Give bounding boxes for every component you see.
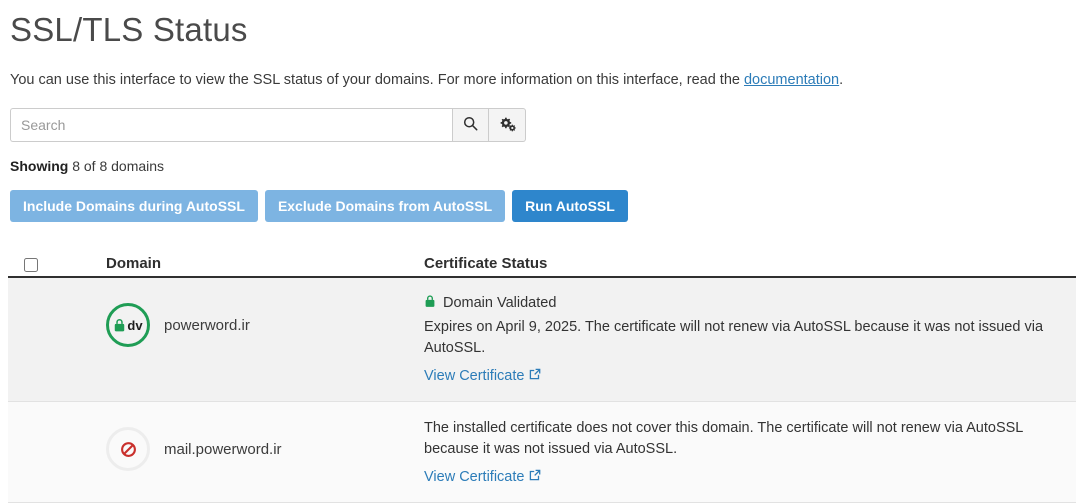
showing-value: 8 of 8 domains bbox=[68, 158, 165, 174]
column-header-certificate-status: Certificate Status bbox=[424, 255, 548, 272]
status-title-text: Domain Validated bbox=[443, 295, 557, 311]
column-header-domain: Domain bbox=[106, 255, 162, 272]
view-certificate-link[interactable]: View Certificate bbox=[424, 368, 541, 384]
no-certificate-ban-icon bbox=[106, 427, 150, 471]
page-title: SSL/TLS Status bbox=[10, 11, 248, 48]
domain-cell: mail.powerword.ir bbox=[106, 418, 424, 480]
documentation-link[interactable]: documentation bbox=[744, 72, 839, 88]
external-link-icon bbox=[529, 368, 541, 384]
ssl-tls-status-page: SSL/TLS Status You can use this interfac… bbox=[0, 0, 1084, 503]
certificate-status-cell: The installed certificate does not cover… bbox=[424, 418, 1076, 486]
status-title: Domain Validated bbox=[424, 294, 1060, 312]
domains-table: Domain Certificate Status dv powerword.i… bbox=[8, 240, 1076, 503]
external-link-icon bbox=[529, 469, 541, 485]
search-icon bbox=[463, 116, 478, 134]
search-settings-button[interactable] bbox=[489, 108, 526, 142]
view-certificate-label: View Certificate bbox=[424, 368, 525, 384]
status-description: Expires on April 9, 2025. The certificat… bbox=[424, 319, 1044, 356]
search-input[interactable] bbox=[10, 108, 452, 142]
select-all-cell bbox=[8, 258, 106, 272]
action-buttons: Include Domains during AutoSSL Exclude D… bbox=[10, 190, 1076, 222]
showing-count: Showing 8 of 8 domains bbox=[10, 158, 1076, 174]
description-text-after: . bbox=[839, 72, 844, 88]
include-domains-button[interactable]: Include Domains during AutoSSL bbox=[10, 190, 258, 222]
description-text-before: You can use this interface to view the S… bbox=[10, 72, 744, 88]
domain-name: mail.powerword.ir bbox=[164, 440, 282, 458]
table-row[interactable]: dv powerword.ir Domain Validated Expires… bbox=[8, 278, 1076, 402]
table-header-row: Domain Certificate Status bbox=[8, 240, 1076, 278]
search-button[interactable] bbox=[452, 108, 489, 142]
table-row[interactable]: mail.powerword.ir The installed certific… bbox=[8, 402, 1076, 503]
run-autossl-button[interactable]: Run AutoSSL bbox=[512, 190, 628, 222]
select-all-checkbox[interactable] bbox=[24, 258, 38, 272]
search-bar bbox=[10, 108, 526, 142]
exclude-domains-button[interactable]: Exclude Domains from AutoSSL bbox=[264, 190, 506, 222]
certificate-status-cell: Domain Validated Expires on April 9, 202… bbox=[424, 294, 1076, 385]
cogs-icon bbox=[499, 116, 516, 135]
domain-cell: dv powerword.ir bbox=[106, 294, 424, 356]
domain-validated-dv-icon: dv bbox=[106, 303, 150, 347]
view-certificate-label: View Certificate bbox=[424, 469, 525, 485]
status-description: The installed certificate does not cover… bbox=[424, 420, 1023, 457]
domain-name: powerword.ir bbox=[164, 316, 250, 334]
page-description: You can use this interface to view the S… bbox=[10, 70, 1076, 90]
lock-icon bbox=[424, 294, 436, 312]
dv-badge-text: dv bbox=[127, 317, 143, 333]
showing-label: Showing bbox=[10, 158, 69, 174]
view-certificate-link[interactable]: View Certificate bbox=[424, 469, 541, 485]
